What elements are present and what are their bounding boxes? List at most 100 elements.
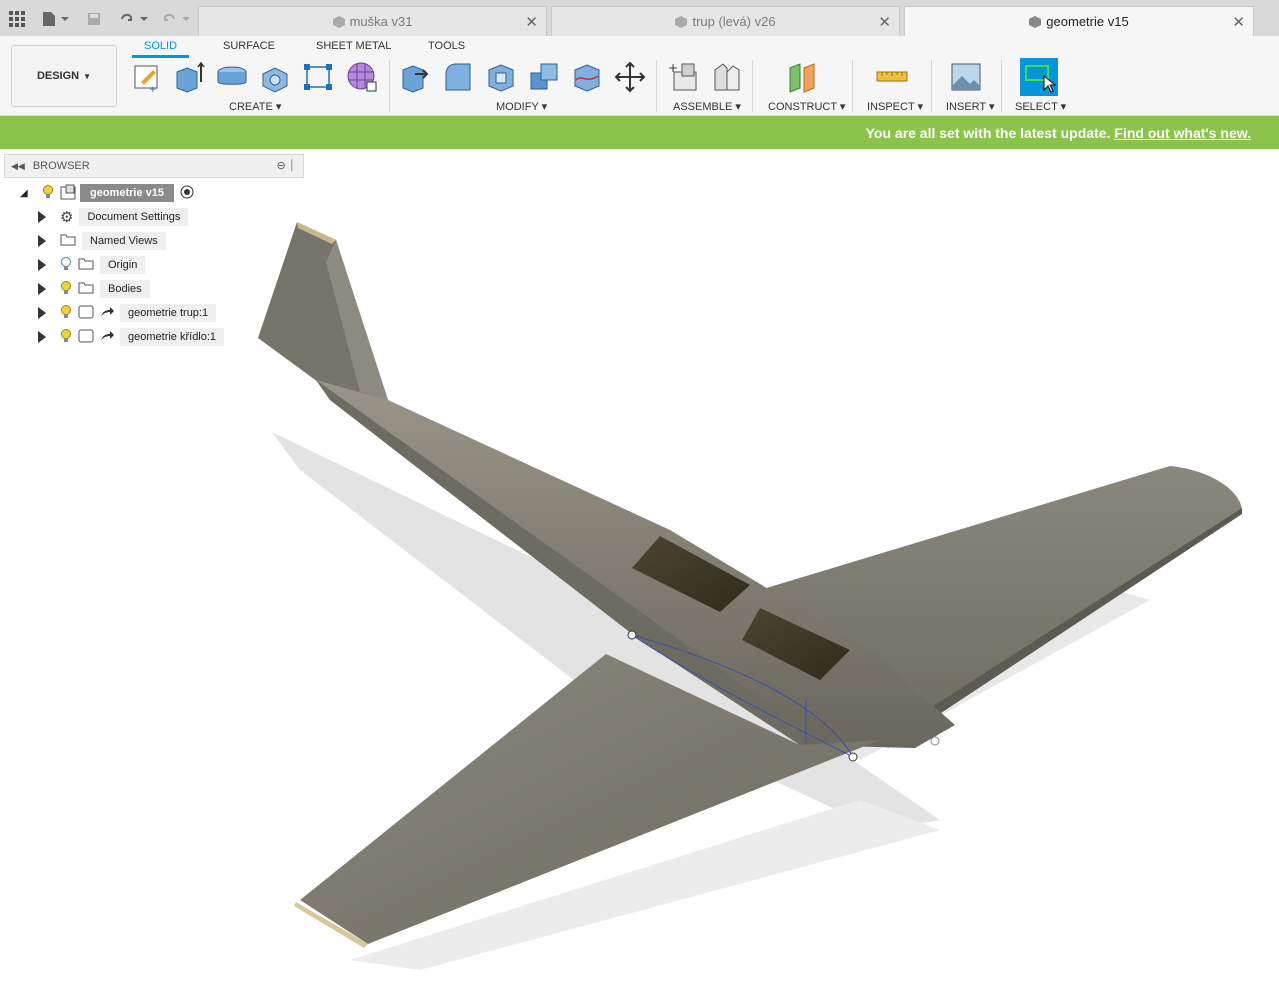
svg-text:+: +: [668, 61, 678, 75]
create-group-label[interactable]: CREATE ▾: [229, 100, 281, 113]
tree-item-label: geometrie trup:1: [120, 304, 217, 322]
shell-icon[interactable]: [485, 60, 517, 94]
tree-item-named-views[interactable]: Named Views: [38, 231, 166, 251]
folder-icon: [78, 281, 94, 297]
app-grid-icon[interactable]: [8, 10, 26, 28]
design-cube-icon: [675, 15, 688, 28]
inspect-label: INSPECT: [867, 101, 915, 113]
component-icon: [78, 305, 94, 322]
tab-solid[interactable]: SOLID: [131, 40, 190, 58]
workspace-switcher[interactable]: DESIGN ▼: [11, 45, 117, 107]
new-component-icon[interactable]: +: [668, 60, 700, 94]
gear-icon: ⚙: [60, 209, 74, 226]
visibility-bulb-icon[interactable]: [42, 184, 54, 202]
tree-item-bodies[interactable]: Bodies: [38, 279, 150, 299]
tab-geometrie[interactable]: geometrie v15 ✕: [904, 6, 1254, 36]
replace-face-icon[interactable]: [571, 60, 603, 94]
save-icon[interactable]: [86, 10, 102, 28]
measure-icon[interactable]: [876, 60, 908, 94]
toolbar-ribbon: DESIGN ▼ SOLID SURFACE SHEET METAL TOOLS…: [0, 36, 1279, 116]
tree-root[interactable]: ◢ geometrie v15: [20, 183, 194, 203]
tree-item-document-settings[interactable]: ⚙ Document Settings: [38, 207, 189, 227]
tab-surface[interactable]: SURFACE: [223, 40, 275, 52]
revolve-icon[interactable]: [216, 60, 248, 94]
sweep-icon[interactable]: [259, 60, 291, 94]
tab-label: trup (levá) v26: [692, 14, 776, 29]
offset-plane-icon[interactable]: [787, 60, 819, 94]
folder-icon: [78, 257, 94, 273]
model-viewport[interactable]: [0, 149, 1279, 992]
collapse-triangle-icon[interactable]: ◢: [20, 188, 32, 199]
browser-title: BROWSER: [32, 160, 90, 172]
visibility-bulb-icon[interactable]: [60, 280, 72, 298]
divider: [752, 60, 753, 112]
expand-triangle-icon[interactable]: [38, 283, 46, 295]
tab-muska[interactable]: muška v31 ✕: [198, 6, 547, 36]
form-icon[interactable]: [345, 60, 377, 94]
move-icon[interactable]: [614, 60, 646, 94]
select-group-label[interactable]: SELECT ▾: [1015, 100, 1066, 113]
visibility-bulb-off-icon[interactable]: [60, 256, 72, 274]
loft-icon[interactable]: [302, 60, 334, 94]
sketch-point[interactable]: [848, 752, 858, 762]
folder-icon: [60, 233, 76, 249]
tree-item-label: Origin: [100, 256, 146, 274]
sketch-point[interactable]: [930, 736, 940, 746]
divider: [1001, 60, 1002, 112]
assemble-group-label[interactable]: ASSEMBLE ▾: [673, 100, 741, 113]
root-label: geometrie v15: [80, 184, 174, 202]
fillet-icon[interactable]: [442, 60, 474, 94]
divider: [389, 60, 390, 112]
insert-group-label[interactable]: INSERT ▾: [946, 100, 995, 113]
divider: [656, 60, 657, 112]
create-sketch-icon[interactable]: +: [131, 60, 163, 94]
expand-triangle-icon[interactable]: [38, 331, 46, 343]
tab-trup[interactable]: trup (levá) v26 ✕: [551, 6, 900, 36]
extrude-icon[interactable]: [173, 60, 205, 94]
inspect-group-label[interactable]: INSPECT ▾: [867, 100, 923, 113]
tree-item-label: geometrie křídlo:1: [120, 328, 225, 346]
design-cube-icon: [1029, 15, 1042, 28]
tree-item-geometrie-kridlo[interactable]: geometrie křídlo:1: [38, 327, 225, 347]
pin-icon[interactable]: ⊖ ⏐: [277, 159, 296, 173]
joint-icon[interactable]: [711, 60, 743, 94]
file-menu-icon[interactable]: [40, 10, 70, 28]
press-pull-icon[interactable]: [399, 60, 431, 94]
tab-sheet-metal[interactable]: SHEET METAL: [316, 40, 391, 52]
tab-label: muška v31: [349, 14, 413, 29]
undo-icon[interactable]: [118, 10, 150, 28]
select-icon[interactable]: [1020, 58, 1058, 96]
expand-triangle-icon[interactable]: [38, 259, 46, 271]
insert-image-icon[interactable]: [950, 60, 982, 94]
select-label: SELECT: [1015, 101, 1058, 113]
link-arrow-icon: [100, 330, 114, 344]
combine-icon[interactable]: [528, 60, 560, 94]
assemble-label: ASSEMBLE: [673, 101, 733, 113]
expand-triangle-icon[interactable]: [38, 307, 46, 319]
whats-new-link[interactable]: Find out what's new.: [1114, 125, 1251, 141]
fuselage-underside: [316, 380, 805, 745]
modify-group-label[interactable]: MODIFY ▾: [496, 100, 547, 113]
close-icon[interactable]: ✕: [525, 13, 538, 31]
svg-text:+: +: [149, 85, 157, 94]
close-icon[interactable]: ✕: [878, 13, 891, 31]
expand-triangle-icon[interactable]: [38, 235, 46, 247]
divider: [852, 60, 853, 112]
tree-item-origin[interactable]: Origin: [38, 255, 146, 275]
close-icon[interactable]: ✕: [1232, 13, 1245, 31]
construct-group-label[interactable]: CONSTRUCT ▾: [768, 100, 845, 113]
tab-tools[interactable]: TOOLS: [428, 40, 465, 52]
tab-label: geometrie v15: [1046, 14, 1129, 29]
redo-icon[interactable]: [160, 10, 192, 28]
assembly-icon: [60, 184, 76, 203]
collapse-panel-icon[interactable]: ◀◀: [11, 161, 25, 172]
browser-header[interactable]: ◀◀ BROWSER ⊖ ⏐: [4, 154, 304, 178]
activate-radio-icon[interactable]: [180, 185, 194, 202]
expand-triangle-icon[interactable]: [38, 211, 46, 223]
sketch-point[interactable]: [627, 630, 637, 640]
link-arrow-icon: [100, 306, 114, 320]
banner-message: You are all set with the latest update.: [865, 124, 1111, 141]
tree-item-geometrie-trup[interactable]: geometrie trup:1: [38, 303, 217, 323]
visibility-bulb-icon[interactable]: [60, 304, 72, 322]
visibility-bulb-icon[interactable]: [60, 328, 72, 346]
